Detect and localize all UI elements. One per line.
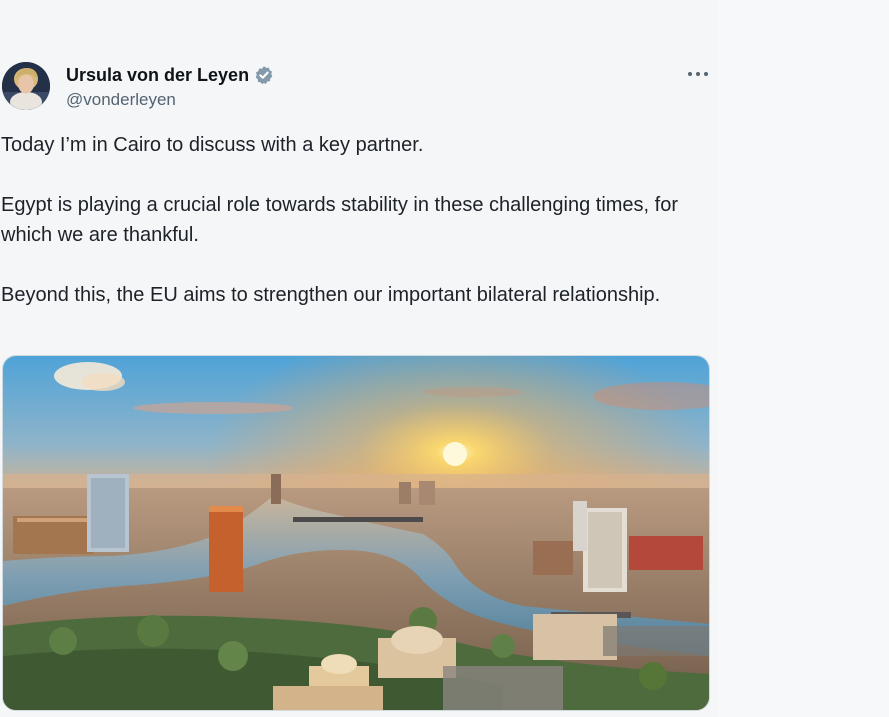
tweet-text: Today I’m in Cairo to discuss with a key… [1,130,691,310]
tweet-card[interactable]: Ursula von der Leyen @vonderleyen Today … [0,0,718,717]
author-handle[interactable]: @vonderleyen [66,90,176,110]
tweet-paragraph: Egypt is playing a crucial role towards … [1,194,678,246]
avatar[interactable] [2,62,50,110]
tweet-paragraph: Today I’m in Cairo to discuss with a key… [1,134,424,156]
tweet-paragraph: Beyond this, the EU aims to strengthen o… [1,284,661,306]
tweet-media-photo[interactable] [2,355,710,711]
author-display-name[interactable]: Ursula von der Leyen [66,65,249,86]
author-name-row[interactable]: Ursula von der Leyen [66,64,274,86]
verified-badge-icon [254,65,274,85]
more-horizontal-icon [688,72,708,76]
more-options-button[interactable] [684,62,712,86]
page-background-right [718,0,889,717]
